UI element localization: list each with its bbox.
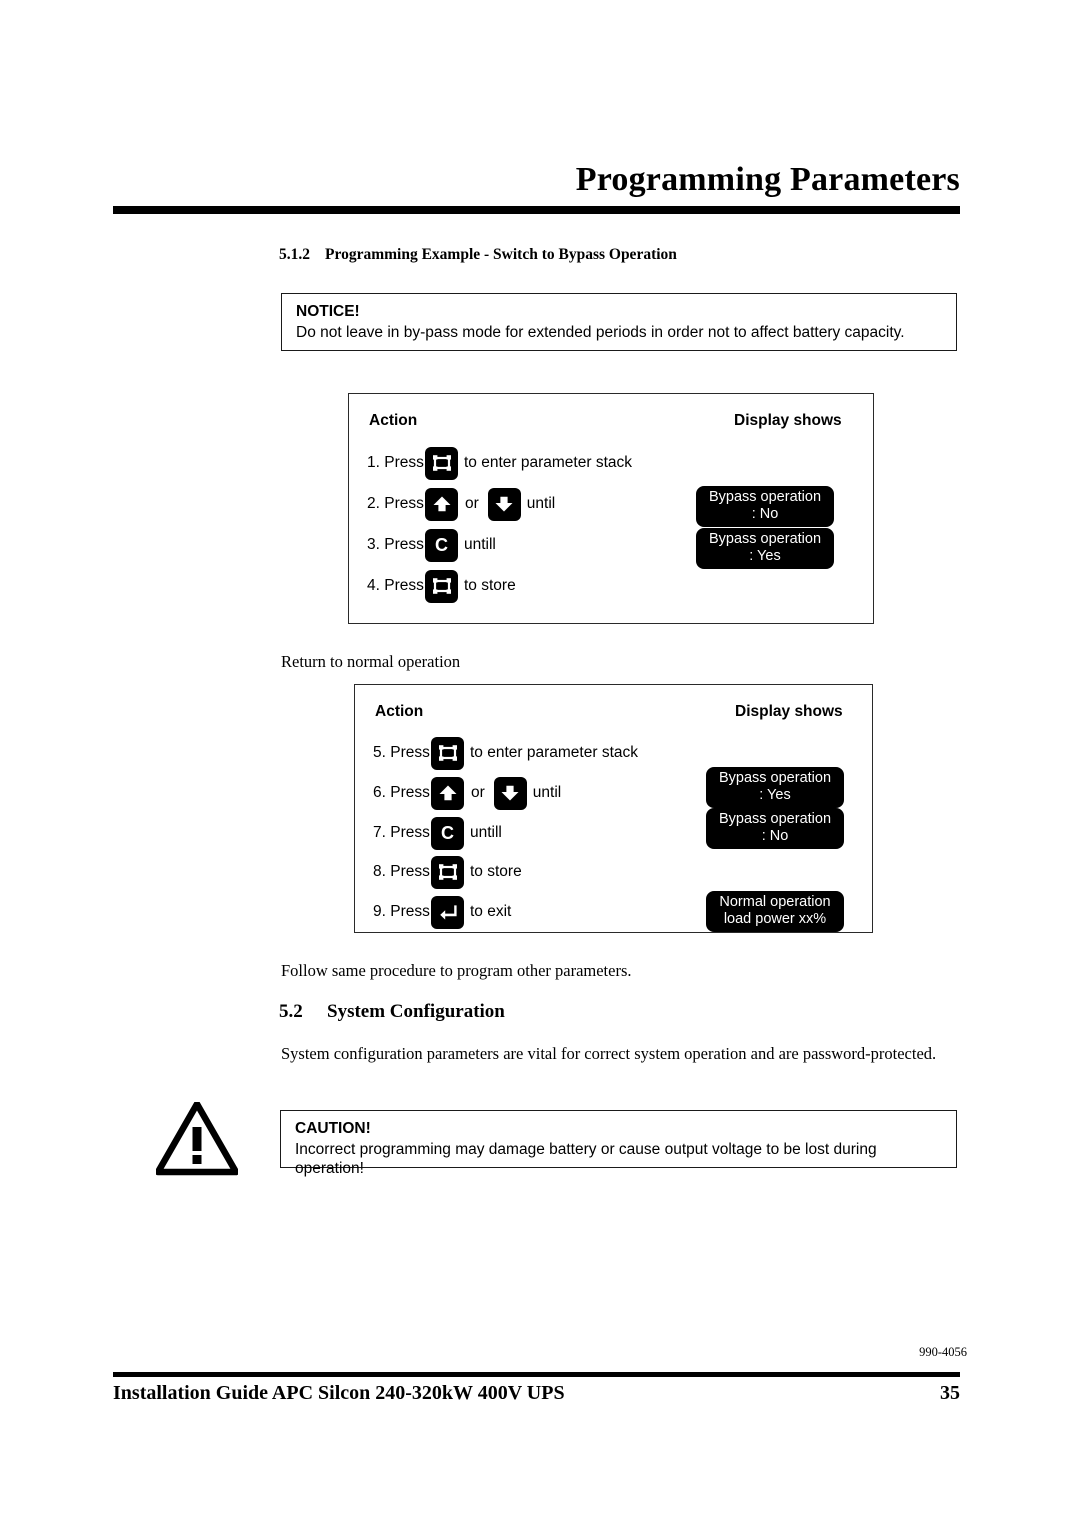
section-heading-512: 5.1.2 Programming Example - Switch to Byp… — [279, 246, 677, 264]
step-text: untill — [470, 824, 502, 841]
step-label: 3. Press — [367, 536, 424, 553]
frame-key-icon[interactable] — [425, 569, 458, 603]
step-text: until — [526, 495, 556, 512]
step-label: 9. Press — [373, 903, 430, 920]
c-key-icon[interactable]: C — [425, 528, 458, 562]
notice-title: NOTICE! — [296, 303, 360, 320]
step-label: 8. Press — [373, 863, 430, 880]
table1-step-1: 1. Press to enter parameter stack — [367, 446, 632, 480]
step-text: untill — [464, 536, 496, 553]
lcd-line-2: : Yes — [749, 548, 781, 564]
step-label: 6. Press — [373, 784, 430, 801]
section-title-512: Programming Example - Switch to Bypass O… — [325, 246, 677, 263]
page-title: Programming Parameters — [575, 161, 960, 198]
lcd-line-2: load power xx% — [723, 911, 827, 927]
follow-same-procedure-text: Follow same procedure to program other p… — [281, 961, 632, 980]
table2-step-5: 5. Press to enter parameter stack — [373, 736, 638, 770]
caution-box: CAUTION! Incorrect programming may damag… — [280, 1110, 957, 1177]
arrow-down-key-icon[interactable] — [493, 776, 527, 810]
lcd-display-bypass-no: Bypass operation : No — [696, 486, 834, 527]
procedure-table-bypass-on: Action Display shows 1. Press to enter p… — [348, 393, 874, 624]
caution-body: Incorrect programming may damage battery… — [295, 1141, 877, 1177]
table2-step-6: 6. Press or until — [373, 776, 561, 810]
table1-steps: 1. Press to enter parameter stack 2. Pre… — [349, 394, 873, 623]
arrow-up-key-icon[interactable] — [425, 487, 458, 521]
step-label: 5. Press — [373, 744, 430, 761]
table2-steps: 5. Press to enter parameter stack 6. Pre… — [355, 685, 872, 932]
table1-step-2: 2. Press or until — [367, 487, 555, 521]
notice-box: NOTICE! Do not leave in by-pass mode for… — [281, 293, 957, 351]
lcd-line-2: : No — [761, 828, 789, 844]
return-to-normal-text: Return to normal operation — [281, 652, 461, 671]
enter-key-icon[interactable] — [431, 895, 464, 929]
step-label: 7. Press — [373, 824, 430, 841]
section-heading-52: 5.2 System Configuration — [279, 1001, 505, 1023]
header-rule — [113, 206, 960, 214]
system-config-paragraph: System configuration parameters are vita… — [281, 1044, 937, 1063]
lcd-line-1: Bypass operation — [718, 811, 832, 827]
lcd-display-bypass-yes: Bypass operation : Yes — [696, 528, 834, 569]
step-text: until — [532, 784, 562, 801]
step-label: 1. Press — [367, 454, 424, 471]
lcd-line-1: Bypass operation — [718, 770, 832, 786]
footer-rule — [113, 1372, 960, 1377]
step-text: to enter parameter stack — [464, 454, 632, 471]
step-label: 2. Press — [367, 495, 424, 512]
lcd-display-bypass-yes: Bypass operation : Yes — [706, 767, 844, 808]
step-label: 4. Press — [367, 577, 424, 594]
step-text: to store — [470, 863, 522, 880]
footer-page-number: 35 — [940, 1382, 960, 1404]
lcd-display-normal-operation: Normal operation load power xx% — [706, 891, 844, 932]
page-header: Programming Parameters — [113, 160, 960, 214]
step-text: to exit — [470, 903, 512, 920]
table1-step-4: 4. Press to store — [367, 569, 516, 603]
table1-step-3: 3. Press C untill — [367, 528, 496, 562]
lcd-line-1: Bypass operation — [708, 489, 822, 505]
frame-key-icon[interactable] — [431, 736, 464, 770]
arrow-up-key-icon[interactable] — [431, 776, 464, 810]
procedure-table-bypass-off: Action Display shows 5. Press to enter p… — [354, 684, 873, 933]
lcd-line-2: : No — [751, 506, 779, 522]
c-key-letter: C — [435, 535, 448, 555]
step-conjunction: or — [471, 784, 485, 801]
step-text: to enter parameter stack — [470, 744, 638, 761]
c-key-letter: C — [441, 823, 454, 843]
lcd-line-1: Normal operation — [719, 894, 831, 910]
table2-step-8: 8. Press to store — [373, 855, 522, 889]
lcd-line-2: : Yes — [759, 787, 791, 803]
lcd-line-1: Bypass operation — [708, 531, 822, 547]
table2-step-9: 9. Press to exit — [373, 895, 511, 929]
caution-title: CAUTION! — [295, 1120, 371, 1137]
arrow-down-key-icon[interactable] — [487, 487, 521, 521]
step-text: to store — [464, 577, 516, 594]
warning-triangle-icon — [154, 1100, 240, 1176]
c-key-icon[interactable]: C — [431, 816, 464, 850]
notice-body: Do not leave in by-pass mode for extende… — [296, 324, 905, 341]
frame-key-icon[interactable] — [425, 446, 458, 480]
section-number-512: 5.1.2 — [279, 246, 310, 263]
section-title-52: System Configuration — [327, 1001, 505, 1022]
table2-step-7: 7. Press C untill — [373, 816, 502, 850]
section-number-52: 5.2 — [279, 1001, 303, 1022]
frame-key-icon[interactable] — [431, 855, 464, 889]
document-code: 990-4056 — [919, 1345, 967, 1359]
step-conjunction: or — [465, 495, 479, 512]
page-footer: Installation Guide APC Silcon 240-320kW … — [113, 1382, 960, 1405]
lcd-display-bypass-no: Bypass operation : No — [706, 808, 844, 849]
footer-guide-title: Installation Guide APC Silcon 240-320kW … — [113, 1382, 565, 1404]
